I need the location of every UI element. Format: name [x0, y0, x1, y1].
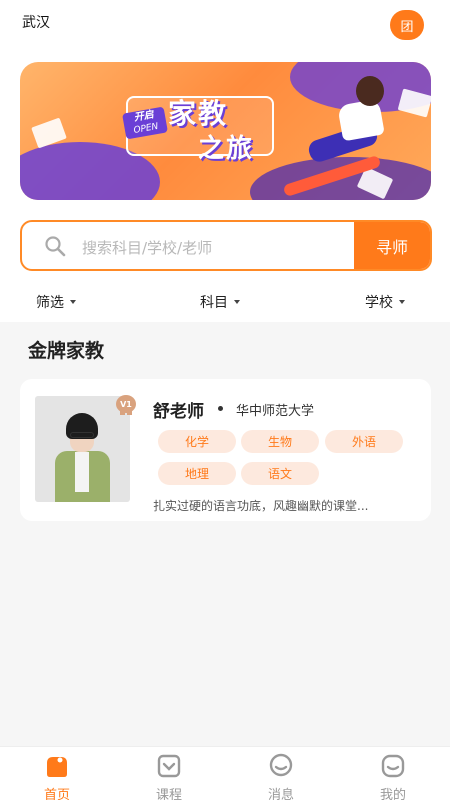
tab-course[interactable]: 课程 [139, 752, 199, 800]
tab-home[interactable]: 首页 [27, 752, 87, 800]
find-teacher-button[interactable]: 寻师 [354, 222, 430, 269]
search-bar: 搜索科目/学校/老师 寻师 [20, 220, 432, 271]
tab-message[interactable]: 消息 [251, 752, 311, 800]
subject-tag: 语文 [241, 462, 319, 485]
filter-label: 科目 [200, 295, 228, 311]
teacher-photo [35, 396, 130, 502]
city-selector[interactable]: 武汉 [22, 12, 50, 32]
search-input[interactable]: 搜索科目/学校/老师 [82, 237, 212, 258]
filter-dropdown-screen[interactable]: 筛选 [36, 292, 76, 312]
subject-tag: 地理 [158, 462, 236, 485]
bottom-tab-bar: 首页 课程 消息 我的 [0, 746, 450, 800]
filter-dropdown-school[interactable]: 学校 [365, 292, 405, 312]
tab-label: 消息 [267, 788, 294, 800]
subject-tag: 外语 [325, 430, 403, 453]
search-icon [45, 236, 66, 257]
promo-banner[interactable]: 开启 OPEN 家教 之旅 [20, 62, 431, 200]
section-title: 金牌家教 [28, 340, 105, 362]
teacher-intro: 扎实过硬的语言功底，风趣幽默的课堂... [153, 499, 369, 513]
banner-title-line1: 家教 [168, 97, 229, 130]
photo-detail [70, 432, 94, 438]
group-buy-button[interactable]: 团 [390, 10, 424, 40]
tab-label: 课程 [155, 788, 182, 800]
message-icon [269, 753, 293, 777]
open-tag-en: OPEN [132, 121, 160, 136]
banner-title-line2: 之旅 [198, 134, 255, 164]
separator-dot [218, 406, 223, 411]
caret-down-icon [399, 300, 405, 304]
subject-tag: 生物 [241, 430, 319, 453]
filter-dropdown-subject[interactable]: 科目 [200, 292, 240, 312]
course-icon [157, 754, 181, 778]
tab-label: 我的 [379, 788, 406, 800]
filter-label: 筛选 [36, 295, 64, 311]
teacher-school: 华中师范大学 [236, 404, 315, 419]
filter-label: 学校 [365, 295, 393, 311]
home-icon [47, 757, 67, 777]
photo-detail [75, 452, 89, 492]
header-area: 武汉 团 开启 OPEN 家教 之旅 搜索科目/学校/老师 寻师 筛选 科目 学… [0, 0, 450, 322]
profile-icon [381, 754, 405, 778]
subject-tag: 化学 [158, 430, 236, 453]
tab-profile[interactable]: 我的 [363, 752, 423, 800]
level-badge-icon: V1 [116, 395, 136, 413]
tab-label: 首页 [43, 788, 70, 800]
filter-bar: 筛选 科目 学校 [0, 290, 450, 316]
caret-down-icon [234, 300, 240, 304]
teacher-name: 舒老师 [153, 402, 204, 422]
teacher-card[interactable]: V1 舒老师 华中师范大学 化学 生物 外语 地理 语文 扎实过硬的语言功底，风… [20, 379, 431, 521]
skater-illustration [337, 98, 385, 142]
skater-illustration [356, 76, 384, 106]
caret-down-icon [70, 300, 76, 304]
